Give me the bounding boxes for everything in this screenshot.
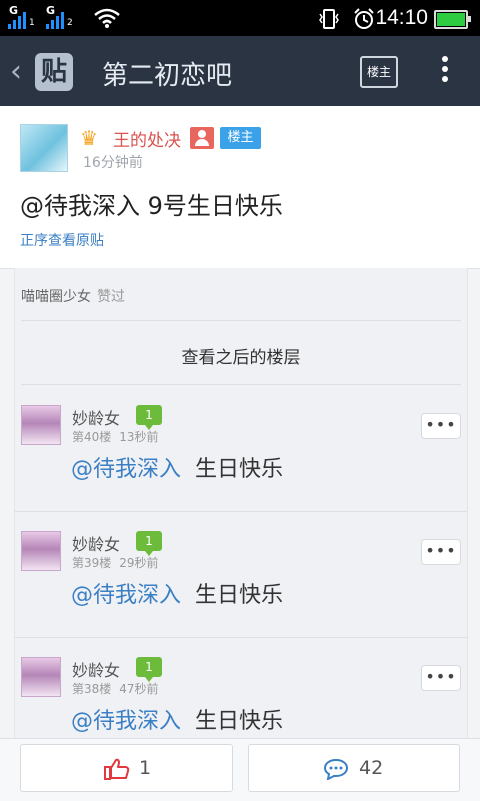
reply-meta: 第40楼 13秒前 <box>72 428 159 445</box>
alarm-icon <box>354 8 374 29</box>
post-author[interactable]: 王的处决 <box>113 126 181 151</box>
level-badge: 1 <box>136 405 162 430</box>
only-owner-button[interactable]: 楼主 <box>360 56 398 88</box>
tieba-logo[interactable]: 贴 <box>35 53 73 91</box>
mention-link[interactable]: @待我深入 <box>71 583 181 608</box>
avatar[interactable] <box>21 405 61 445</box>
reply-text: 生日快乐 <box>195 583 284 608</box>
mention-link[interactable]: @待我深入 <box>71 709 181 734</box>
clock: 14:10 <box>375 6 428 29</box>
more-options-button[interactable]: ••• <box>421 539 461 565</box>
reply-author[interactable]: 妙龄女 <box>72 657 120 681</box>
view-later-floors[interactable]: 查看之后的楼层 <box>15 343 467 368</box>
bottom-action-bar: 1 42 <box>0 738 480 801</box>
sim2-bars <box>46 12 64 29</box>
reply-meta: 第39楼 29秒前 <box>72 554 159 571</box>
battery-icon <box>434 10 471 29</box>
reply-item[interactable]: 妙龄女 1 第38楼 47秒前 ••• @待我深入 生日快乐 <box>15 637 467 738</box>
floor-number: 第38楼 <box>72 682 112 696</box>
reply-item[interactable]: 妙龄女 1 第40楼 13秒前 ••• @待我深入 生日快乐 <box>15 385 467 512</box>
reply-content: @待我深入 生日快乐 <box>71 577 283 609</box>
floor-number: 第39楼 <box>72 556 112 570</box>
reply-content: @待我深入 生日快乐 <box>71 703 283 735</box>
thumbs-up-icon <box>104 758 130 780</box>
reply-time: 13秒前 <box>119 430 159 444</box>
mention-link[interactable]: @待我深入 <box>71 457 181 482</box>
reply-meta: 第38楼 47秒前 <box>72 680 159 697</box>
reply-item[interactable]: 妙龄女 1 第39楼 29秒前 ••• @待我深入 生日快乐 <box>15 511 467 638</box>
more-options-button[interactable]: ••• <box>421 665 461 691</box>
forum-title[interactable]: 第二初恋吧 <box>102 55 232 92</box>
level-badge: 1 <box>136 531 162 556</box>
reply-area: 喵喵圈少女 赞过 查看之后的楼层 妙龄女 1 第40楼 13秒前 ••• @待我深入… <box>14 268 468 738</box>
reply-text: 生日快乐 <box>195 457 284 482</box>
user-icon <box>190 127 214 149</box>
comment-button[interactable]: 42 <box>248 744 460 792</box>
crown-icon: ♛ <box>80 126 98 150</box>
reply-text: 生日快乐 <box>195 709 284 734</box>
sim2-index: 2 <box>67 18 73 28</box>
wifi-icon <box>94 8 120 28</box>
sim1-index: 1 <box>29 18 35 28</box>
like-button[interactable]: 1 <box>20 744 233 792</box>
comment-icon <box>323 758 349 780</box>
more-vertical-icon[interactable] <box>438 52 452 92</box>
reply-time: 47秒前 <box>119 682 159 696</box>
avatar[interactable] <box>21 531 61 571</box>
reply-author[interactable]: 妙龄女 <box>72 531 120 555</box>
main-post: ♛ 王的处决 楼主 16分钟前 @待我深入 9号生日快乐 正序查看原贴 <box>0 106 480 269</box>
liker-name[interactable]: 喵喵圈少女 <box>21 289 91 305</box>
likes-row: 喵喵圈少女 赞过 <box>21 286 125 306</box>
level-badge: 1 <box>136 657 162 682</box>
divider <box>21 320 461 321</box>
reply-time: 29秒前 <box>119 556 159 570</box>
reply-author[interactable]: 妙龄女 <box>72 405 120 429</box>
chevron-left-icon[interactable]: ‹ <box>10 54 22 89</box>
like-count: 1 <box>139 757 152 779</box>
battery-fill <box>437 13 465 26</box>
app-header: ‹ 贴 第二初恋吧 楼主 <box>0 36 480 106</box>
post-time: 16分钟前 <box>83 155 143 171</box>
reply-content: @待我深入 生日快乐 <box>71 451 283 483</box>
vibrate-icon <box>319 9 339 29</box>
comment-count: 42 <box>359 757 384 779</box>
floor-number: 第40楼 <box>72 430 112 444</box>
post-content: @待我深入 9号生日快乐 <box>20 192 283 220</box>
avatar[interactable] <box>20 124 68 172</box>
sim1-bars <box>8 12 26 29</box>
view-original-link[interactable]: 正序查看原贴 <box>20 230 104 250</box>
more-options-button[interactable]: ••• <box>421 413 461 439</box>
status-bar: G 1 G 2 14:10 <box>0 0 480 36</box>
owner-badge: 楼主 <box>220 127 261 149</box>
liked-label: 赞过 <box>97 289 125 305</box>
avatar[interactable] <box>21 657 61 697</box>
